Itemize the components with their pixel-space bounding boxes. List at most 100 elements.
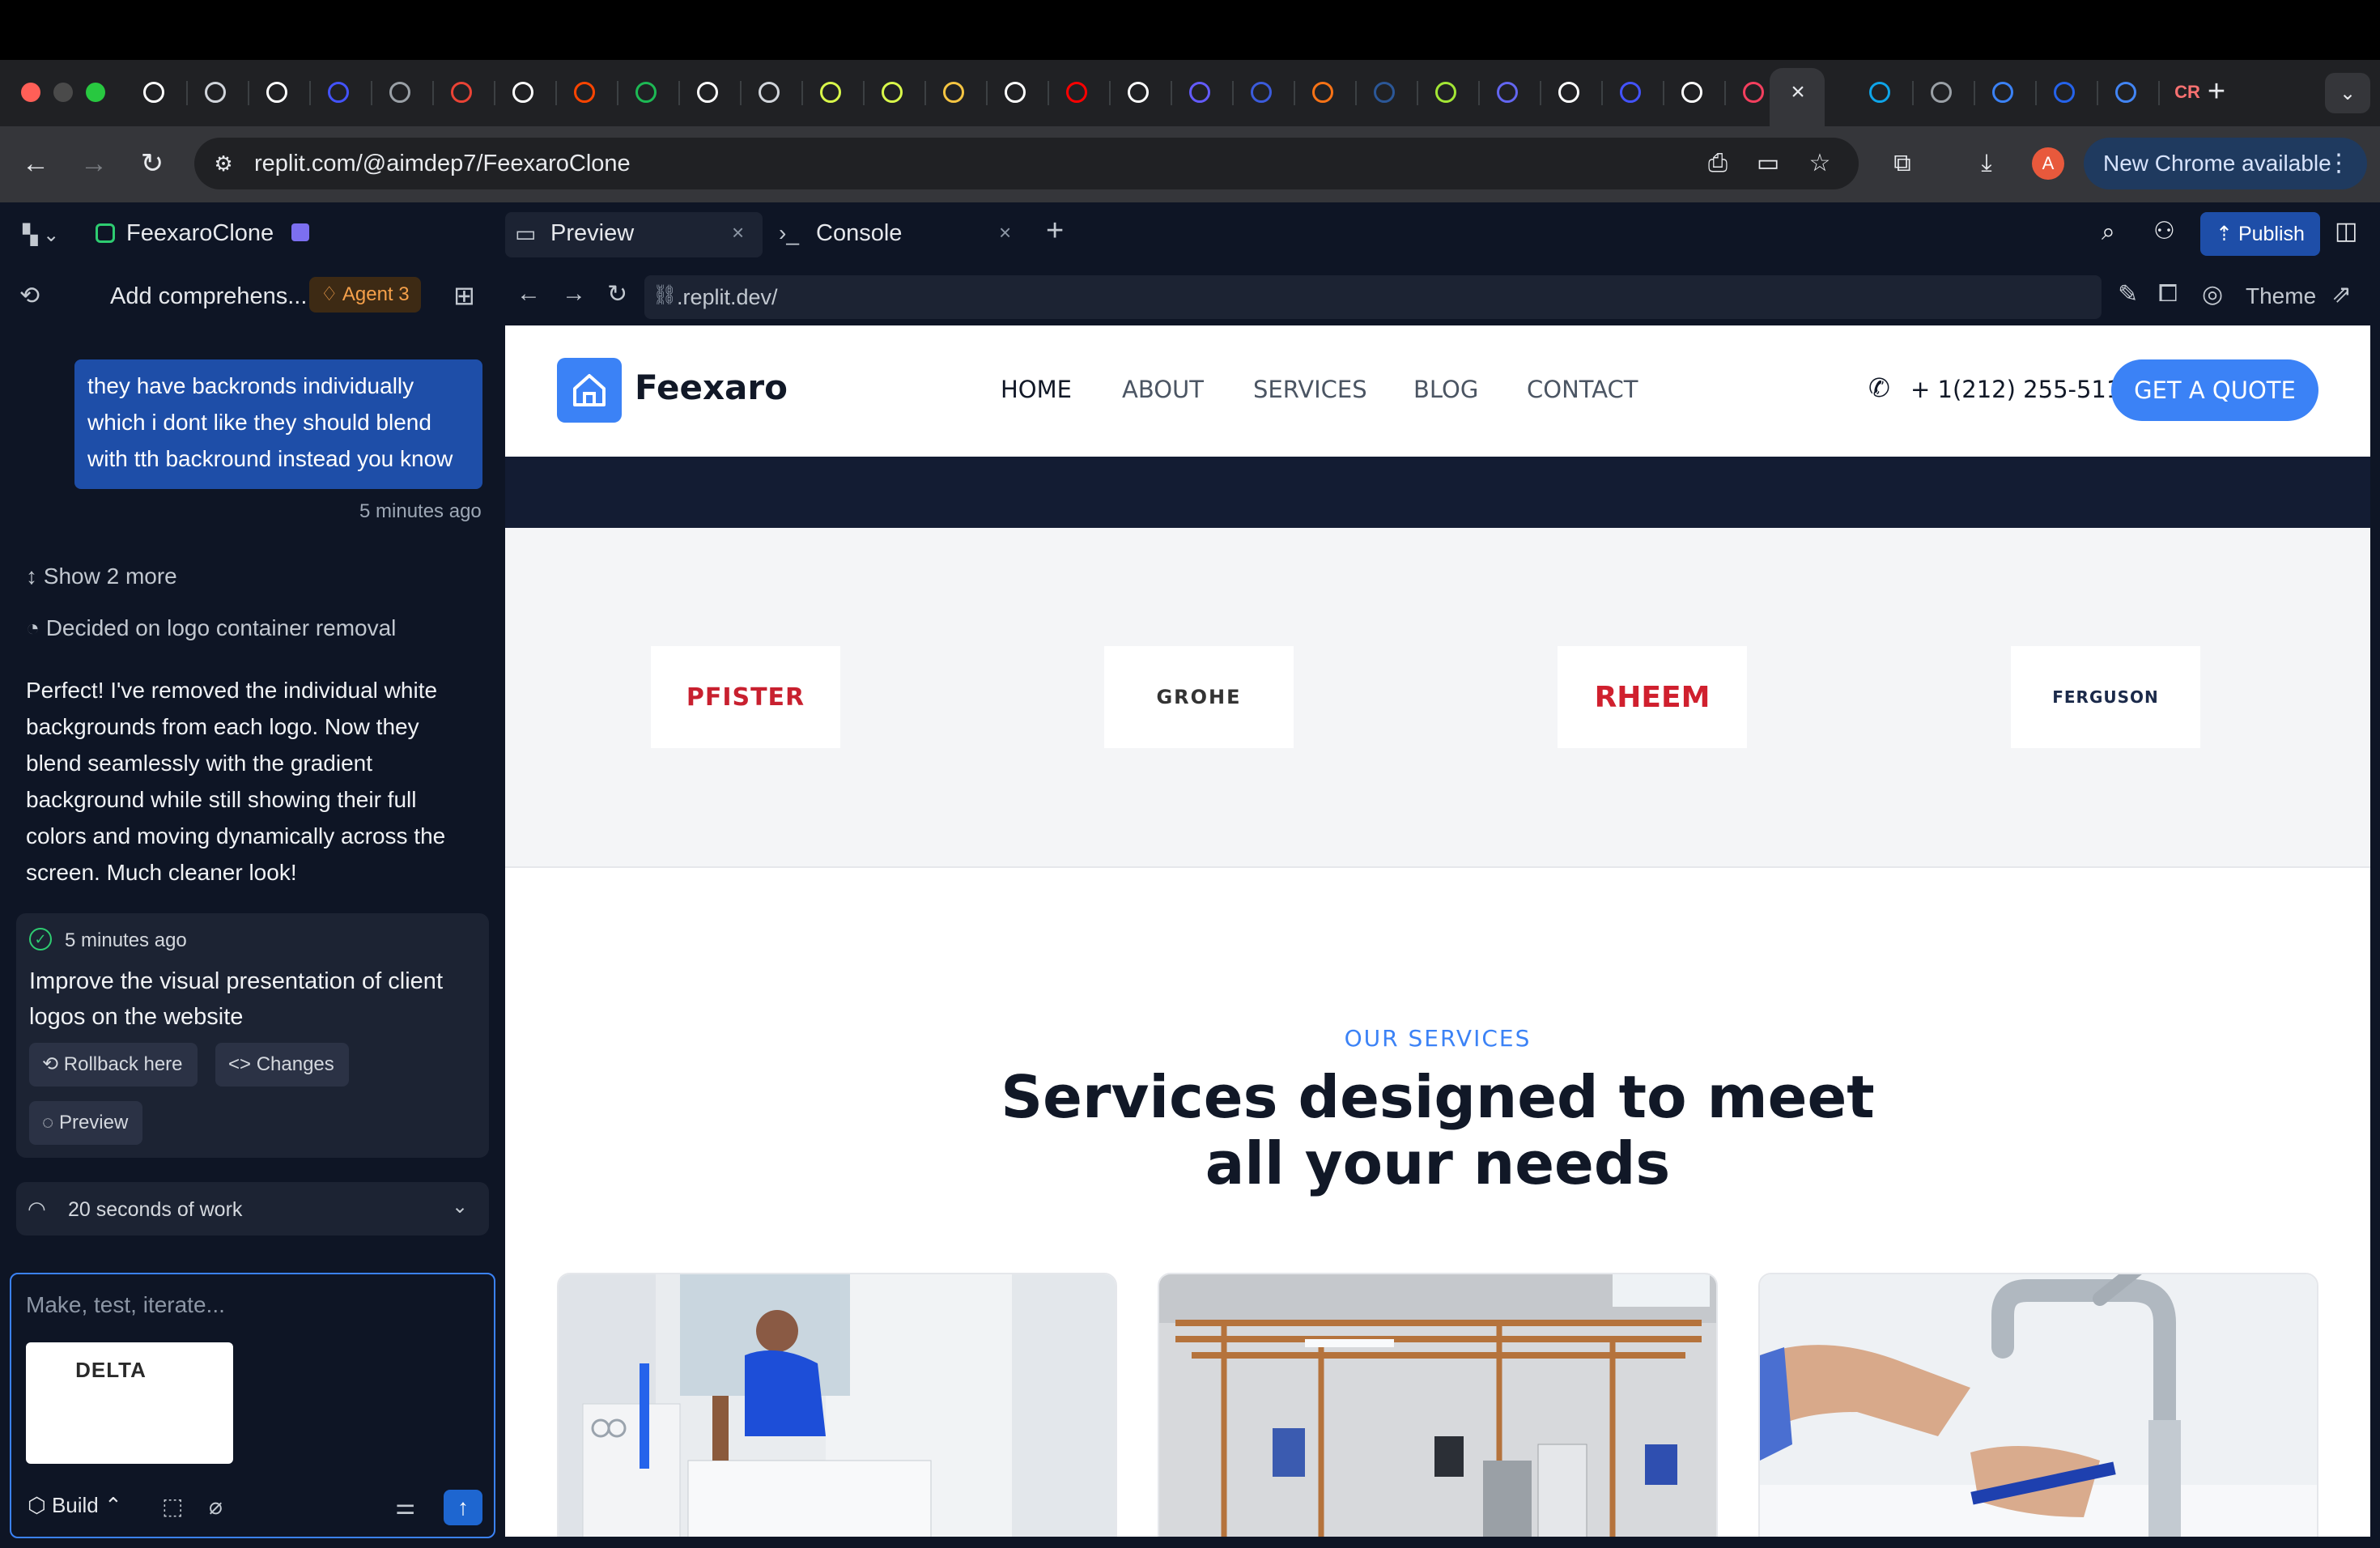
gradient-tab-icon[interactable] bbox=[1739, 78, 1768, 107]
chrome-update-button[interactable]: New Chrome available ⋮ bbox=[2084, 138, 2367, 189]
service-card-faucet[interactable] bbox=[1758, 1273, 2318, 1537]
framer-tab-icon[interactable] bbox=[262, 78, 291, 107]
paperclip-icon[interactable]: ⌀ bbox=[209, 1493, 223, 1520]
window-zoom-button[interactable] bbox=[86, 83, 105, 102]
preview-back-icon[interactable]: ← bbox=[516, 280, 541, 308]
palette-icon[interactable]: ◎ bbox=[2202, 280, 2223, 308]
tab-search-chevron-icon[interactable]: ⌄ bbox=[2325, 73, 2370, 113]
youtube-tab-icon[interactable] bbox=[1062, 78, 1091, 107]
show-more-button[interactable]: ↕ Show 2 more bbox=[26, 563, 177, 589]
window-close-button[interactable] bbox=[21, 83, 40, 102]
thread-title[interactable]: Add comprehens... bbox=[110, 283, 307, 310]
site-nav-about[interactable]: ABOUT bbox=[1122, 376, 1204, 403]
globe-tab-icon[interactable] bbox=[1927, 78, 1956, 107]
service-card-bathroom[interactable] bbox=[557, 1273, 1117, 1537]
new-chat-icon[interactable]: ⊞ bbox=[453, 280, 475, 311]
settings-sliders-icon[interactable]: ⚌ bbox=[395, 1493, 415, 1520]
emoji-tab-icon[interactable] bbox=[939, 78, 968, 107]
lime-circle-tab-icon[interactable] bbox=[1431, 78, 1460, 107]
reload-icon[interactable]: ↻ bbox=[133, 144, 172, 183]
tab-preview-label[interactable]: Preview bbox=[550, 220, 634, 247]
as-tab-icon[interactable] bbox=[2050, 78, 2079, 107]
site-nav-contact[interactable]: CONTACT bbox=[1527, 376, 1638, 403]
github-tab-icon[interactable] bbox=[693, 78, 722, 107]
preview-checkpoint-button[interactable]: ◌ Preview bbox=[29, 1101, 143, 1145]
composer-input[interactable] bbox=[26, 1289, 479, 1321]
spotify-tab-icon[interactable] bbox=[631, 78, 661, 107]
lime-tab-icon[interactable] bbox=[816, 78, 845, 107]
close-tab-icon[interactable]: × bbox=[1786, 78, 1810, 107]
openai-tab-icon[interactable] bbox=[201, 78, 230, 107]
search-icon[interactable]: ⌕ bbox=[2102, 219, 2115, 246]
panel-toggle-icon[interactable]: ◫ bbox=[2335, 217, 2357, 245]
site-nav-services[interactable]: SERVICES bbox=[1253, 376, 1367, 403]
preview-url-bar[interactable] bbox=[644, 275, 2102, 319]
preview-reload-icon[interactable]: ↻ bbox=[607, 280, 627, 308]
get-quote-button[interactable]: GET A QUOTE bbox=[2111, 359, 2318, 421]
window-minimize-button[interactable] bbox=[53, 83, 73, 102]
build-mode-button[interactable]: ⬡ Build ⌃ bbox=[28, 1493, 122, 1518]
arrow-tab-icon[interactable] bbox=[1988, 78, 2017, 107]
changes-button[interactable]: <> Changes bbox=[215, 1043, 349, 1087]
gmail-tab-icon[interactable] bbox=[447, 78, 476, 107]
chevron-down-icon[interactable]: ⌄ bbox=[452, 1195, 468, 1218]
google-tab-icon[interactable] bbox=[2111, 78, 2140, 107]
site-nav-blog[interactable]: BLOG bbox=[1413, 376, 1478, 403]
openai-tab-icon[interactable] bbox=[754, 78, 784, 107]
chrome-tab-icon[interactable] bbox=[385, 78, 414, 107]
webflow-tab-icon[interactable] bbox=[324, 78, 353, 107]
preview-url[interactable]: .replit.dev/ bbox=[677, 285, 778, 310]
devtools-wrench-icon[interactable]: ✎ bbox=[2118, 280, 2138, 308]
webflow-tab-icon[interactable] bbox=[1616, 78, 1645, 107]
forward-arrow-icon[interactable]: → bbox=[74, 144, 113, 183]
site-info-icon[interactable]: ⚙ bbox=[209, 149, 238, 178]
preview-forward-icon[interactable]: → bbox=[562, 280, 586, 308]
bookmark-star-icon[interactable]: ☆ bbox=[1804, 147, 1836, 180]
cr-tab-icon[interactable]: CR bbox=[2173, 78, 2202, 107]
reddit-tab-icon[interactable] bbox=[570, 78, 599, 107]
install-app-icon[interactable]: ⎙ bbox=[1702, 147, 1734, 180]
site-phone[interactable]: + 1(212) 255-511 bbox=[1910, 376, 2121, 403]
workspace-menu-icon[interactable]: ▚ ⌄ bbox=[23, 223, 59, 247]
select-element-icon[interactable]: ⬚ bbox=[162, 1493, 183, 1520]
x-tab-icon[interactable] bbox=[1001, 78, 1030, 107]
kebab-menu-icon[interactable]: ⋮ bbox=[2327, 138, 2351, 189]
dice-tab-icon[interactable] bbox=[1124, 78, 1153, 107]
calendar-tab-icon[interactable] bbox=[1247, 78, 1276, 107]
add-tab-button[interactable]: + bbox=[1046, 214, 1064, 249]
profile-avatar[interactable]: A bbox=[2032, 147, 2064, 180]
extensions-puzzle-icon[interactable]: ⧉ bbox=[1886, 147, 1919, 180]
tick-tab-icon[interactable] bbox=[1677, 78, 1706, 107]
agent-badge[interactable]: ♢ Agent 3 bbox=[309, 277, 421, 313]
site-logo-home-icon[interactable] bbox=[557, 358, 622, 423]
open-external-icon[interactable]: ⇗ bbox=[2331, 280, 2352, 308]
decision-step[interactable]: ◔ Decided on logo container removal bbox=[26, 615, 396, 641]
send-button[interactable]: ↑ bbox=[444, 1490, 482, 1525]
new-tab-button[interactable]: + bbox=[2200, 76, 2233, 108]
rollback-button[interactable]: ⟲ Rollback here bbox=[29, 1043, 198, 1087]
service-card-piping[interactable] bbox=[1158, 1273, 1718, 1537]
x-tab-icon[interactable] bbox=[1554, 78, 1583, 107]
publish-button[interactable]: ⇡ Publish bbox=[2200, 212, 2320, 256]
back-arrow-icon[interactable]: ← bbox=[16, 144, 55, 183]
word-tab-icon[interactable] bbox=[1370, 78, 1399, 107]
payment-card-icon[interactable]: ▭ bbox=[1752, 147, 1784, 180]
close-console-tab-icon[interactable]: × bbox=[999, 220, 1011, 245]
site-brand[interactable]: Feexaro bbox=[635, 368, 788, 407]
circle-tab-icon[interactable] bbox=[1493, 78, 1522, 107]
tab-console-label[interactable]: Console bbox=[816, 220, 902, 247]
notion-tab-icon[interactable] bbox=[508, 78, 538, 107]
address-bar-url[interactable]: replit.com/@aimdep7/FeexaroClone bbox=[254, 149, 631, 178]
lime-tab-icon[interactable] bbox=[878, 78, 907, 107]
framer-tab-icon[interactable] bbox=[139, 78, 168, 107]
stripe-tab-icon[interactable] bbox=[1185, 78, 1214, 107]
repl-name[interactable]: FeexaroClone bbox=[126, 220, 274, 247]
edge-tab-icon[interactable] bbox=[1865, 78, 1894, 107]
robot-tab-icon[interactable] bbox=[1308, 78, 1337, 107]
invite-user-icon[interactable]: ⚇ bbox=[2153, 217, 2175, 245]
theme-button[interactable]: Theme bbox=[2246, 283, 2316, 309]
site-nav-home[interactable]: HOME bbox=[1001, 376, 1072, 403]
download-icon[interactable]: ⤓ bbox=[1970, 147, 2003, 180]
history-icon[interactable]: ⟲ bbox=[19, 282, 40, 310]
responsive-devices-icon[interactable]: ⧠ bbox=[2158, 280, 2178, 308]
